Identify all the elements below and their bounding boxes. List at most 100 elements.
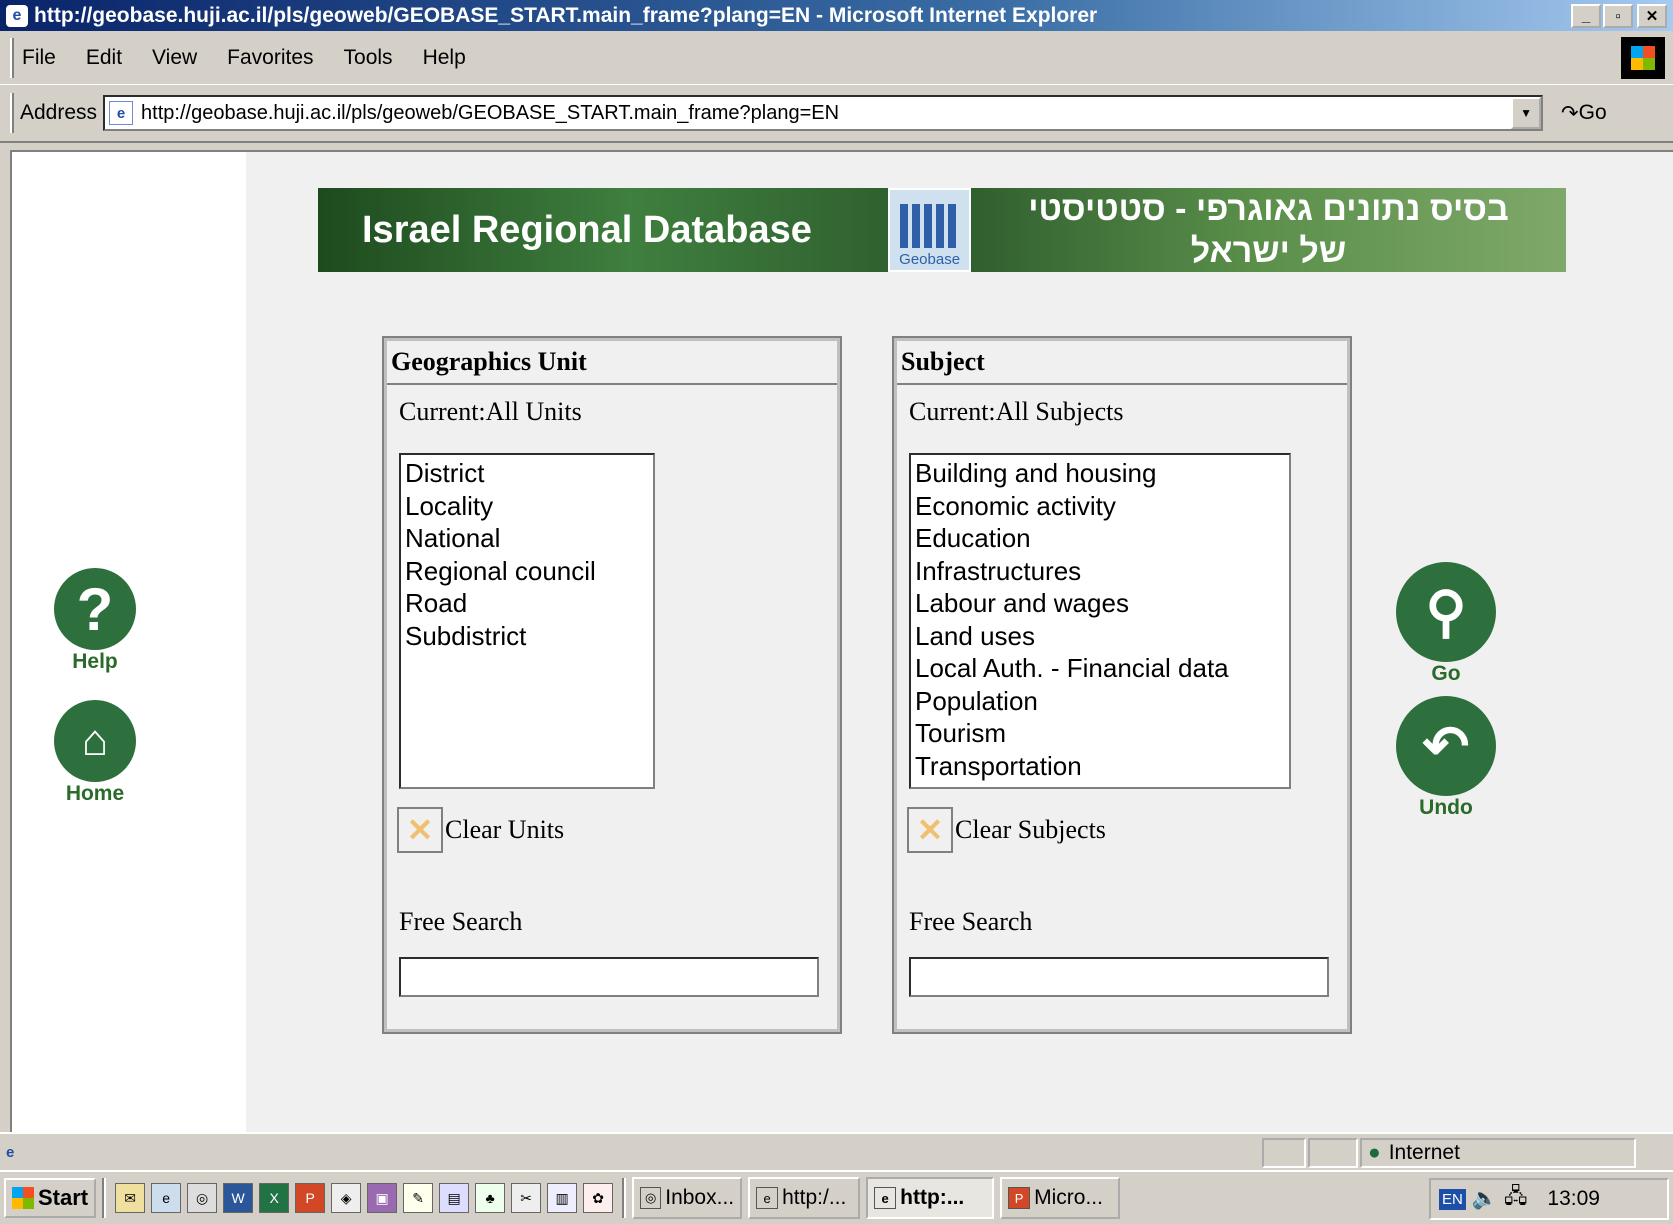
panel-title: Geographics Unit (387, 341, 837, 385)
go-button[interactable]: ⚲ Go (1396, 562, 1496, 686)
zone-pane: ● Internet (1360, 1138, 1636, 1168)
minimize-button[interactable]: _ (1571, 4, 1601, 28)
taskbar: Start ✉ e ◎ W X P ◈ ▣ ✎ ▤ ♣ ✂ ▥ ✿ ◎ Inbo… (0, 1170, 1673, 1224)
subjects-listbox[interactable]: Building and housing Economic activity E… (909, 453, 1291, 789)
list-item[interactable]: Road (405, 587, 649, 620)
toolbar-grip[interactable] (10, 93, 14, 133)
taskbar-item-ie-2[interactable]: e http:... (866, 1177, 995, 1219)
list-item[interactable]: Building and housing (915, 457, 1285, 490)
close-button[interactable]: ✕ (1637, 4, 1667, 28)
list-item[interactable]: Labour and wages (915, 587, 1285, 620)
globe-icon: ● (1368, 1141, 1381, 1164)
word-icon[interactable]: W (223, 1183, 254, 1213)
save-icon[interactable]: ▣ (367, 1183, 398, 1213)
window-title-bar[interactable]: e http://geobase.huji.ac.il/pls/geoweb/G… (0, 0, 1673, 31)
taskbar-separator (622, 1178, 627, 1218)
book-icon[interactable]: ▥ (547, 1183, 578, 1213)
address-label: Address (20, 101, 98, 124)
panel-title: Subject (897, 341, 1347, 385)
powerpoint-icon[interactable]: P (295, 1183, 326, 1213)
units-free-search-input[interactable] (399, 957, 819, 997)
internet-explorer-icon[interactable]: e (151, 1183, 182, 1213)
menu-tools[interactable]: Tools (344, 46, 393, 70)
site-banner: Israel Regional Database Geobase בסיס נת… (318, 188, 1566, 272)
ie-icon: e (6, 4, 28, 27)
undo-button[interactable]: ↶ Undo (1396, 696, 1496, 820)
status-bar: e ● Internet (0, 1132, 1673, 1170)
clear-subjects-button[interactable]: ✕ Clear Subjects (907, 807, 1106, 853)
editor-icon[interactable]: ✎ (403, 1183, 434, 1213)
outlook-icon[interactable]: ◎ (187, 1183, 218, 1213)
home-button[interactable]: ⌂ Home (54, 700, 136, 806)
reader-icon[interactable]: ▤ (439, 1183, 470, 1213)
toolbar-grip[interactable] (10, 37, 14, 78)
maximize-button[interactable]: ▫ (1603, 4, 1633, 28)
subjects-free-search-input[interactable] (909, 957, 1329, 997)
menu-edit[interactable]: Edit (86, 46, 122, 70)
list-item[interactable]: Tourism (915, 717, 1285, 750)
list-item[interactable]: Land uses (915, 620, 1285, 653)
list-item[interactable]: Education (915, 522, 1285, 555)
list-item[interactable]: Population (915, 685, 1285, 718)
list-item[interactable]: Transportation (915, 750, 1285, 783)
logo-text: Geobase (899, 251, 961, 268)
internet-explorer-icon: e (756, 1187, 779, 1209)
help-button[interactable]: ? Help (54, 568, 136, 674)
undo-icon: ↶ (1396, 696, 1496, 796)
clear-icon: ✕ (397, 807, 443, 853)
subject-panel: Subject Current:All Subjects Building an… (892, 336, 1352, 1034)
go-arrow-icon: ↷ (1561, 101, 1579, 125)
menu-help[interactable]: Help (423, 46, 466, 70)
list-item[interactable]: Locality (405, 490, 649, 523)
free-search-label: Free Search (399, 907, 523, 936)
taskbar-item-powerpoint[interactable]: P Micro... (1000, 1177, 1121, 1219)
internet-explorer-icon: e (874, 1187, 897, 1209)
status-pane (1308, 1138, 1358, 1168)
list-item[interactable]: National (405, 522, 649, 555)
address-go-button[interactable]: ↷ Go (1561, 101, 1607, 126)
taskbar-item-ie-1[interactable]: e http:/... (748, 1177, 861, 1219)
list-item[interactable]: Regional council (405, 555, 649, 588)
volume-icon[interactable]: 🔈 (1472, 1187, 1498, 1211)
go-label: Go (1431, 662, 1461, 685)
windows-logo-icon (12, 1187, 34, 1209)
media-icon[interactable]: ✿ (583, 1183, 614, 1213)
list-item[interactable]: Subdistrict (405, 620, 649, 653)
start-button[interactable]: Start (4, 1178, 97, 1218)
list-item[interactable]: District (405, 457, 649, 490)
page-icon: e (109, 101, 134, 125)
menu-file[interactable]: File (22, 46, 56, 70)
address-bar: Address e http://geobase.huji.ac.il/pls/… (0, 85, 1673, 143)
geographics-unit-panel: Geographics Unit Current:All Units Distr… (382, 336, 842, 1034)
menu-view[interactable]: View (152, 46, 197, 70)
menu-bar: File Edit View Favorites Tools Help (0, 31, 1673, 85)
window-title: http://geobase.huji.ac.il/pls/geoweb/GEO… (34, 3, 1098, 27)
taskbar-item-inbox[interactable]: ◎ Inbox... (632, 1177, 743, 1219)
current-selection: Current:All Subjects (909, 397, 1124, 426)
list-item[interactable]: Economic activity (915, 490, 1285, 523)
mapping-icon[interactable]: ◈ (331, 1183, 362, 1213)
undo-label: Undo (1419, 796, 1473, 819)
units-listbox[interactable]: District Locality National Regional coun… (399, 453, 655, 789)
network-icon[interactable]: ♣ (475, 1183, 506, 1213)
page-content: Israel Regional Database Geobase בסיס נת… (10, 150, 1673, 1132)
list-item[interactable]: Infrastructures (915, 555, 1285, 588)
home-label: Home (65, 782, 125, 805)
address-dropdown-button[interactable]: ▼ (1511, 97, 1542, 129)
language-indicator[interactable]: EN (1439, 1188, 1466, 1210)
taskbar-separator (102, 1178, 107, 1218)
outlook-express-icon[interactable]: ✉ (115, 1183, 146, 1213)
current-selection: Current:All Units (399, 397, 582, 426)
banner-title-english: Israel Regional Database (362, 208, 812, 251)
zone-label: Internet (1388, 1141, 1460, 1164)
tool-icon[interactable]: ✂ (511, 1183, 542, 1213)
menu-favorites[interactable]: Favorites (227, 46, 313, 70)
help-icon: ? (54, 568, 136, 650)
geobase-logo-icon: Geobase (887, 188, 971, 272)
network-icon[interactable]: 🖧 (1504, 1182, 1527, 1217)
clear-units-button[interactable]: ✕ Clear Units (397, 807, 564, 853)
list-item[interactable]: Local Auth. - Financial data (915, 652, 1285, 685)
clock: 13:09 (1547, 1187, 1600, 1210)
address-input[interactable]: e http://geobase.huji.ac.il/pls/geoweb/G… (103, 95, 1544, 131)
excel-icon[interactable]: X (259, 1183, 290, 1213)
